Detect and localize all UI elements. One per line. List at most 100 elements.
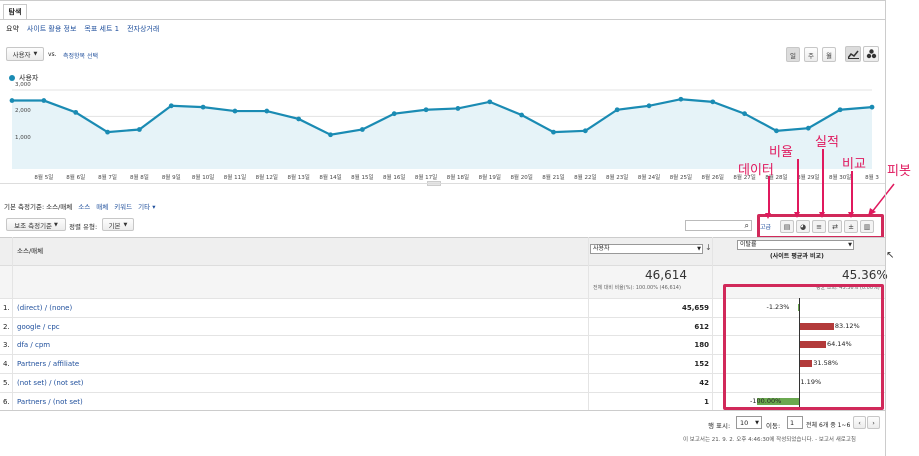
x-axis-label: 8월 18일: [446, 175, 470, 181]
period-day-button[interactable]: 일: [786, 47, 800, 62]
subnav-ecommerce[interactable]: 전자상거래: [127, 24, 159, 34]
x-axis-label: 8월 5일: [34, 175, 54, 181]
goto-page-input[interactable]: 1: [787, 416, 803, 429]
row-number: 4.: [3, 360, 10, 369]
search-icon: ⌕: [744, 221, 749, 230]
chevron-down-icon: ▼: [848, 242, 852, 248]
motion-chart-icon[interactable]: [863, 46, 879, 62]
data-point[interactable]: [774, 128, 779, 134]
data-point[interactable]: [551, 129, 556, 135]
data-point[interactable]: [264, 108, 270, 114]
y-axis-label: 2,000: [15, 108, 31, 115]
column-metric-select-label: 사용자: [593, 245, 610, 252]
data-point[interactable]: [742, 111, 747, 117]
page-range: 전체 6개 중 1~6: [806, 422, 851, 429]
subnav-site-usage[interactable]: 사이트 활용 정보: [27, 24, 77, 34]
data-point[interactable]: [359, 127, 365, 132]
x-axis-label: 8월 21일: [542, 175, 565, 181]
next-page-button[interactable]: ›: [867, 416, 880, 429]
rows-per-page-value: 10: [740, 419, 749, 427]
sort-select[interactable]: 기본 ▼: [102, 218, 134, 231]
dimension-medium[interactable]: 매체: [96, 201, 108, 211]
subnav: 요약 사이트 활용 정보 목표 세트 1 전자상거래: [6, 24, 159, 34]
period-week-button[interactable]: 주: [804, 47, 818, 62]
row-users-value: 42: [699, 378, 709, 387]
data-point[interactable]: [869, 104, 875, 110]
row-source-link[interactable]: (not set) / (not set): [17, 379, 84, 387]
data-point[interactable]: [710, 99, 716, 105]
data-point[interactable]: [41, 98, 47, 103]
dimension-active[interactable]: 소스/매체: [46, 201, 72, 211]
row-users-value: 180: [694, 341, 709, 350]
chevron-down-icon: ▼: [697, 246, 701, 252]
data-point[interactable]: [391, 111, 397, 117]
period-month-button[interactable]: 월: [822, 47, 836, 62]
chevron-down-icon: ▼: [54, 221, 58, 228]
row-source-link[interactable]: dfa / cpm: [17, 341, 50, 349]
data-point[interactable]: [168, 103, 174, 109]
total-users-subtitle: 전체 대비 비율(%): 100.00% (46,614): [593, 285, 681, 291]
report-footer: 이 보고서는 21. 9. 2. 오후 4:46:30에 작성되었습니다. - …: [683, 437, 856, 443]
table-bottom-border: [0, 410, 885, 411]
goto-label: 이동:: [766, 422, 781, 430]
chevron-down-icon: ▼: [33, 51, 38, 57]
data-point[interactable]: [137, 127, 142, 132]
table-search-input[interactable]: ⌕: [685, 220, 752, 231]
compare-total-value: 45.36%: [842, 268, 888, 282]
data-point[interactable]: [232, 108, 238, 114]
data-point[interactable]: [200, 104, 206, 110]
row-source-link[interactable]: google / cpc: [17, 323, 60, 331]
data-point[interactable]: [105, 129, 110, 135]
column-compare-select-label: 이탈률: [740, 241, 757, 248]
data-point[interactable]: [582, 128, 588, 134]
data-point[interactable]: [487, 99, 493, 105]
row-source-link[interactable]: Partners / affiliate: [17, 360, 79, 368]
data-point[interactable]: [73, 109, 79, 115]
row-source-link[interactable]: Partners / (not set): [17, 398, 83, 406]
row-users-value: 1: [704, 397, 709, 406]
row-source-link[interactable]: (direct) / (none): [17, 304, 72, 312]
data-point[interactable]: [296, 116, 302, 122]
sort-value: 기본: [108, 221, 121, 230]
data-point[interactable]: [614, 107, 620, 113]
data-point[interactable]: [678, 96, 684, 102]
dimension-other[interactable]: 기타 ▾: [138, 201, 155, 211]
subnav-goal-set[interactable]: 목표 세트 1: [84, 24, 119, 34]
subnav-summary[interactable]: 요약: [6, 24, 19, 34]
sort-label: 정렬 유형:: [69, 223, 98, 231]
secondary-dimension-button[interactable]: 보조 측정기준 ▼: [6, 218, 66, 231]
vs-label: vs.: [48, 51, 57, 58]
metric-select-label: 사용자: [12, 51, 31, 59]
data-point[interactable]: [9, 98, 15, 103]
column-compare-subtitle: (사이트 평균과 비교): [770, 253, 824, 260]
data-point[interactable]: [455, 106, 461, 111]
data-point[interactable]: [805, 125, 811, 131]
arrow-ratio-icon: [794, 159, 800, 218]
compare-metric-link[interactable]: 측정항목 선택: [63, 51, 98, 60]
chevron-right-icon: ›: [872, 418, 875, 427]
cursor-icon: ↖: [886, 250, 895, 261]
metric-select[interactable]: 사용자 ▼: [6, 47, 44, 61]
row-number: 1.: [3, 304, 10, 312]
column-metric-select[interactable]: 사용자 ▼: [590, 244, 703, 254]
data-point[interactable]: [328, 132, 333, 138]
column-compare-select[interactable]: 이탈률 ▼: [737, 240, 854, 250]
arrow-data-icon: [765, 176, 771, 219]
page-right-edge: [885, 0, 886, 456]
data-point[interactable]: [423, 107, 429, 113]
total-users-value: 46,614: [645, 268, 687, 282]
dimension-keyword[interactable]: 키워드: [114, 201, 132, 211]
x-axis-label: 8월 14일: [319, 175, 342, 181]
prev-page-button[interactable]: ‹: [853, 416, 866, 429]
data-point[interactable]: [646, 103, 652, 109]
column-source-header[interactable]: 소스/매체: [17, 245, 43, 255]
chart-bottom-border: [0, 183, 885, 184]
data-point[interactable]: [837, 107, 843, 113]
annotation-compare: 비교: [842, 157, 866, 172]
dimension-source[interactable]: 소스: [78, 201, 90, 211]
line-chart-icon[interactable]: [845, 46, 861, 62]
tab-explore[interactable]: 탐색: [3, 4, 27, 19]
sort-arrow-icon[interactable]: ↓: [705, 243, 712, 252]
data-point[interactable]: [519, 112, 525, 118]
rows-per-page-select[interactable]: 10 ▼: [736, 416, 762, 429]
